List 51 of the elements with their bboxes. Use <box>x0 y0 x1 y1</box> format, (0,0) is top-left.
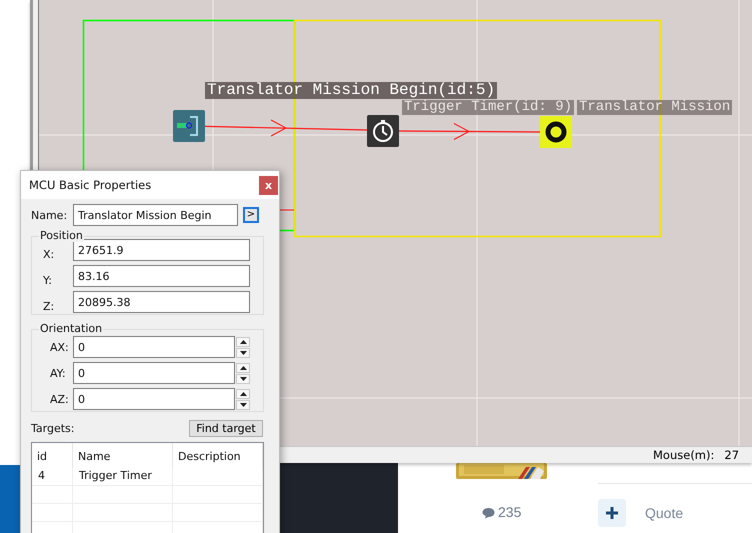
up-arrow-icon <box>240 366 246 370</box>
name-field[interactable]: Translator Mission Begin <box>73 204 238 226</box>
column-header[interactable]: id <box>32 443 73 468</box>
spin-down-button[interactable] <box>236 400 250 410</box>
down-arrow-icon <box>240 350 246 354</box>
door-icon[interactable] <box>173 110 205 142</box>
status-value: 27 <box>724 448 740 462</box>
comment-icon <box>482 507 495 519</box>
spin-down-button[interactable] <box>236 374 250 384</box>
status-label: Mouse(m): <box>653 448 714 462</box>
input-field[interactable]: 0 <box>73 362 235 384</box>
ring-icon[interactable] <box>540 116 572 148</box>
targets-label: Targets: <box>31 422 74 435</box>
group-title: Orientation <box>39 322 104 335</box>
field-label: AY: <box>49 366 67 380</box>
field-label: Name: <box>31 208 68 222</box>
field-label: AZ: <box>49 392 70 406</box>
node-label: Trigger Timer(id: 9) <box>402 100 574 115</box>
field-label: Y: <box>42 272 53 286</box>
stopwatch-icon[interactable] <box>367 115 399 147</box>
spin-down-button[interactable] <box>236 348 250 358</box>
plus-icon <box>606 507 618 519</box>
next-button[interactable]: > <box>243 207 259 223</box>
comment-count: 235 <box>498 504 522 520</box>
up-arrow-icon <box>240 340 246 344</box>
spin-up-button[interactable] <box>236 388 250 398</box>
down-arrow-icon <box>240 402 246 406</box>
input-field[interactable]: 83.16 <box>73 265 250 287</box>
dialog-title: MCU Basic Properties <box>29 178 152 192</box>
add-button[interactable] <box>598 499 626 527</box>
input-field[interactable]: 27651.9 <box>73 239 250 261</box>
group-title: Position <box>39 229 84 242</box>
field-label: AX: <box>49 340 70 354</box>
spin-up-button[interactable] <box>236 362 250 372</box>
table-cell: 4 <box>32 468 73 485</box>
table-cell: Trigger Timer <box>73 468 173 485</box>
input-field[interactable]: 0 <box>73 388 235 410</box>
column-header[interactable]: Description <box>173 443 263 468</box>
down-arrow-icon <box>240 376 246 380</box>
node-label: Translator Mission Begin(id:5) <box>205 82 498 99</box>
spin-up-button[interactable] <box>236 336 250 346</box>
input-field[interactable]: 0 <box>73 336 235 358</box>
input-field[interactable]: 20895.38 <box>73 291 250 313</box>
quote-link[interactable]: Quote <box>645 505 684 521</box>
up-arrow-icon <box>240 392 246 396</box>
close-button[interactable]: x <box>259 176 278 194</box>
page-background <box>0 465 20 533</box>
field-label: Z: <box>42 298 56 312</box>
find-target-button[interactable]: Find target <box>189 420 263 437</box>
field-label: X: <box>42 246 56 260</box>
column-header[interactable]: Name <box>73 443 173 468</box>
